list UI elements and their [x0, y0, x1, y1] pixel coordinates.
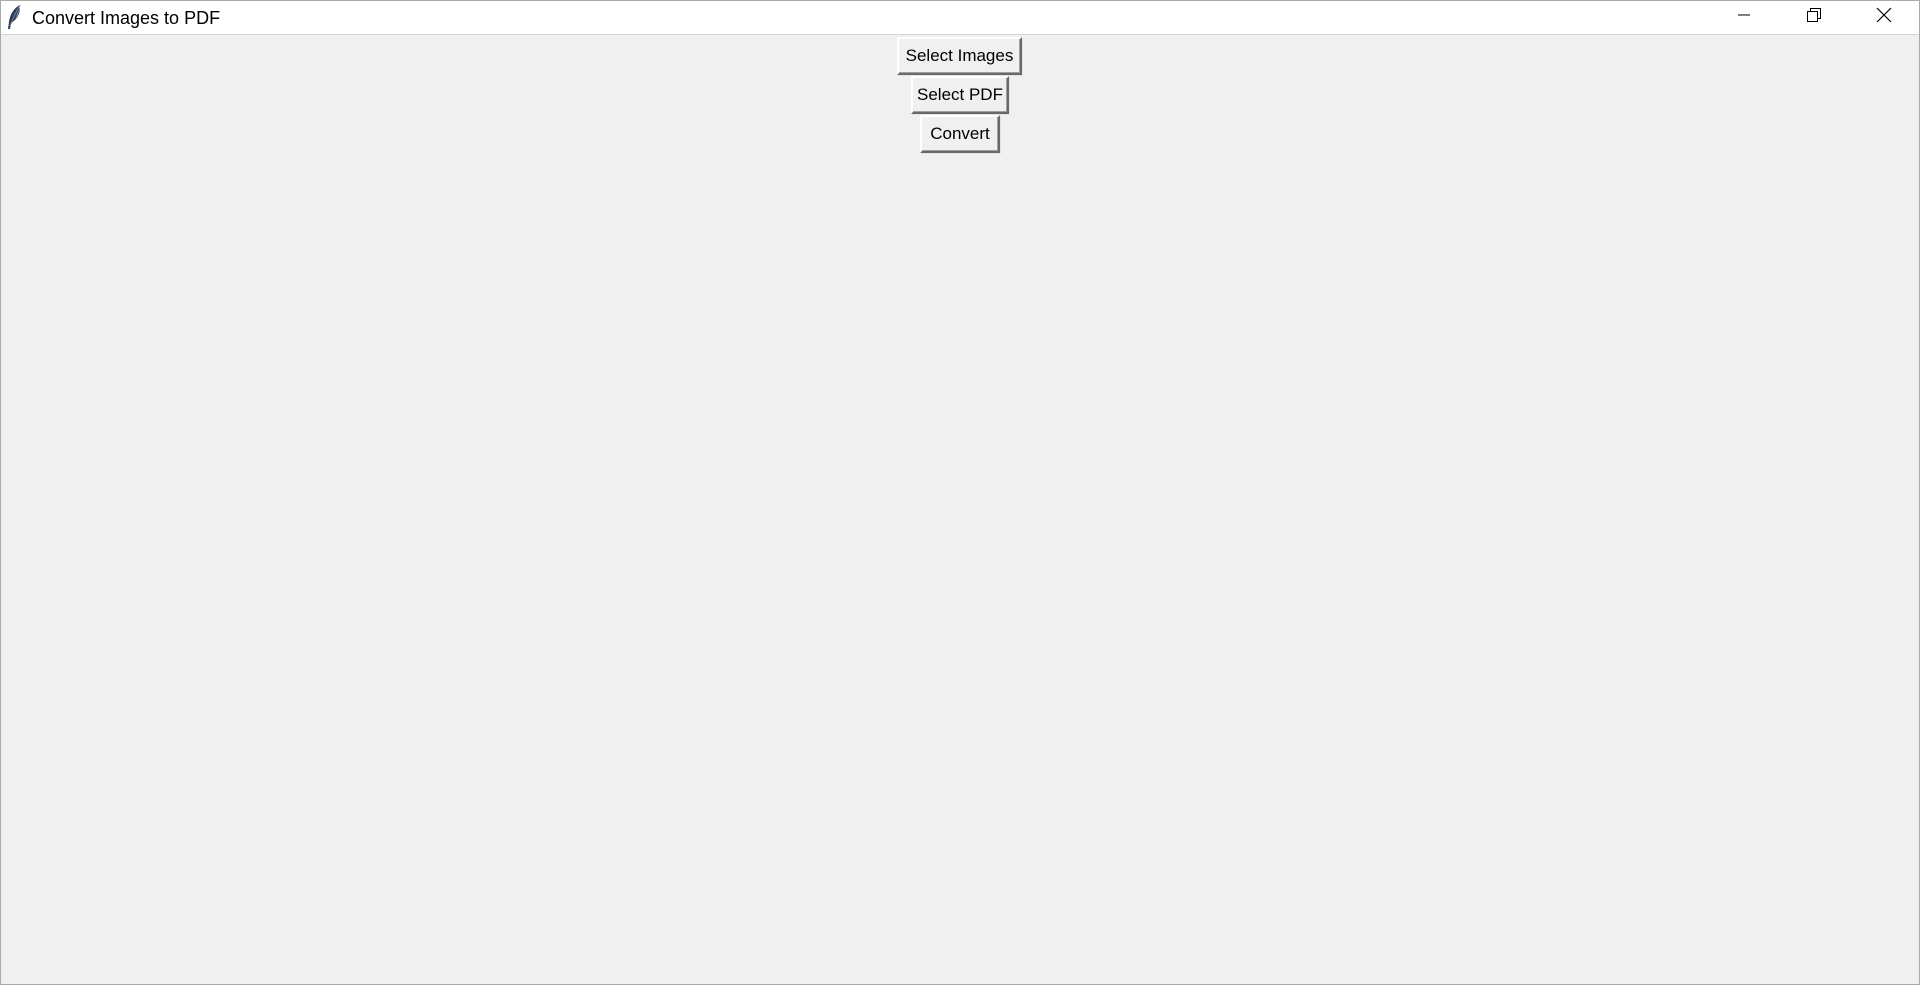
restore-icon — [1806, 7, 1822, 28]
window-title: Convert Images to PDF — [32, 8, 221, 28]
main-content: Select Images Select PDF Convert — [1, 35, 1919, 984]
select-pdf-button[interactable]: Select PDF — [911, 76, 1009, 114]
title-bar[interactable]: Convert Images to PDF — [1, 1, 1919, 35]
minimize-button[interactable] — [1709, 1, 1779, 34]
feather-icon — [5, 4, 25, 31]
close-button[interactable] — [1849, 1, 1919, 34]
minimize-icon — [1737, 8, 1751, 27]
app-window: Convert Images to PDF Select Images Sele… — [0, 0, 1920, 985]
restore-button[interactable] — [1779, 1, 1849, 34]
close-icon — [1876, 7, 1892, 28]
convert-button[interactable]: Convert — [920, 115, 1000, 153]
select-images-button[interactable]: Select Images — [897, 37, 1022, 75]
